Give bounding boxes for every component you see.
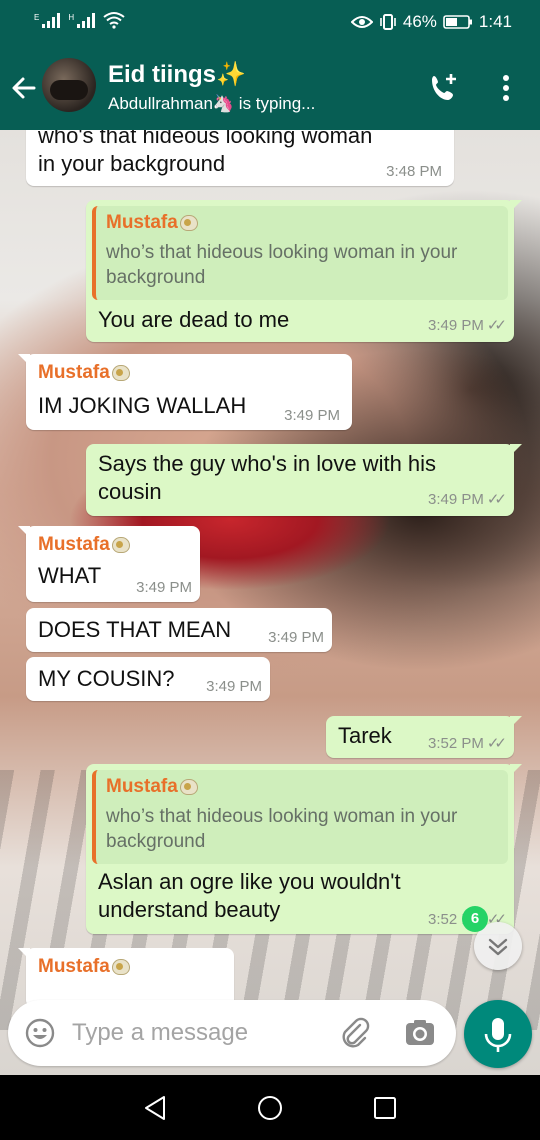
eye-icon [350, 16, 373, 28]
read-ticks-icon: ✓✓ [486, 735, 507, 752]
paperclip-icon[interactable] [338, 1016, 372, 1050]
message-text: DOES THAT MEAN [38, 617, 232, 642]
hatching-chick-icon [111, 536, 130, 553]
message-text: Aslan an ogre like you wouldn't understa… [98, 869, 401, 922]
quoted-text: who’s that hideous looking woman in your… [106, 806, 458, 852]
camera-icon[interactable] [404, 1018, 436, 1048]
hatching-chick-icon [179, 214, 198, 231]
message-outgoing[interactable]: Mustafa who’s that hideous looking woman… [86, 764, 522, 934]
message-incoming[interactable]: who's that hideous looking woman in your… [26, 130, 454, 186]
message-incoming[interactable]: Mustafa WHAT 3:49 PM [18, 526, 200, 602]
unread-count-badge: 6 [462, 906, 488, 932]
add-call-icon[interactable] [428, 72, 460, 104]
hatching-chick-icon [111, 364, 130, 381]
back-arrow-icon[interactable] [10, 74, 38, 102]
nav-recents-icon[interactable] [370, 1093, 400, 1123]
more-options-icon[interactable] [500, 72, 512, 104]
message-time: 3:48 PM [386, 163, 442, 180]
voice-record-button[interactable] [464, 1000, 532, 1068]
message-time: 3:49 PM [284, 407, 340, 424]
clock-time: 1:41 [478, 12, 512, 31]
quoted-sender: Mustafa [106, 212, 178, 233]
message-outgoing[interactable]: Says the guy who's in love with his cous… [86, 444, 522, 516]
chat-header: Eid tiings✨ Abdullrahman🦄 is typing... [0, 46, 540, 130]
message-time: 3:49 PM [268, 629, 324, 646]
message-text: You are dead to me [98, 307, 290, 332]
wifi-icon [103, 12, 125, 29]
chat-area[interactable]: who's that hideous looking woman in your… [0, 130, 540, 1075]
message-incoming[interactable]: MY COUSIN? 3:49 PM [26, 657, 270, 701]
message-outgoing[interactable]: Mustafa who’s that hideous looking woman… [86, 200, 522, 342]
read-ticks-icon: ✓✓ [486, 491, 507, 508]
message-text: Says the guy who's in love with his cous… [98, 451, 437, 504]
message-text: MY COUSIN? [38, 666, 175, 691]
message-composer [8, 1000, 456, 1066]
vibrate-icon [380, 14, 396, 30]
system-navigation-bar [0, 1075, 540, 1140]
message-incoming[interactable]: Mustafa [18, 948, 234, 1008]
quoted-sender: Mustafa [106, 776, 178, 797]
message-outgoing[interactable]: Tarek 3:52 PM ✓✓ [326, 716, 522, 758]
message-time: 3:52 PM ✓✓ [427, 735, 507, 752]
microphone-icon [484, 1018, 512, 1052]
nav-home-icon[interactable] [255, 1093, 285, 1123]
emoji-icon[interactable] [24, 1017, 56, 1049]
quoted-message[interactable]: Mustafa who’s that hideous looking woman… [92, 770, 508, 864]
message-incoming[interactable]: DOES THAT MEAN 3:49 PM [26, 608, 332, 652]
read-ticks-icon: ✓✓ [486, 317, 507, 334]
message-text: Tarek [338, 723, 392, 748]
group-avatar[interactable] [42, 58, 96, 112]
message-text: WHAT [38, 563, 102, 588]
nav-back-icon[interactable] [140, 1093, 170, 1123]
sender-name: Mustafa [38, 956, 130, 978]
message-text: IM JOKING WALLAH [38, 393, 247, 418]
signal-sim2-icon: H [68, 12, 96, 28]
quoted-text: who’s that hideous looking woman in your… [106, 242, 458, 288]
status-bar: E H 46% 1:41 [0, 0, 540, 46]
chat-title[interactable]: Eid tiings✨ [108, 60, 246, 89]
sender-name: Mustafa [38, 362, 130, 384]
quoted-message[interactable]: Mustafa who’s that hideous looking woman… [92, 206, 508, 300]
hatching-chick-icon [179, 778, 198, 795]
message-text: who's that hideous looking woman in your… [38, 130, 373, 176]
message-time: 3:49 PM ✓✓ [427, 491, 507, 508]
sender-name: Mustafa [38, 534, 130, 556]
hatching-chick-icon [111, 958, 130, 975]
message-time: 3:49 PM ✓✓ [427, 317, 507, 334]
signal-sim1-icon: E [34, 12, 61, 28]
message-time: 3:49 PM [136, 579, 192, 596]
message-incoming[interactable]: Mustafa IM JOKING WALLAH 3:49 PM [18, 354, 352, 430]
message-input[interactable] [72, 1014, 322, 1052]
message-time: 3:49 PM [206, 678, 262, 695]
battery-icon [443, 15, 472, 29]
typing-status: Abdullrahman🦄 is typing... [108, 94, 316, 113]
battery-percent: 46% [402, 12, 437, 31]
